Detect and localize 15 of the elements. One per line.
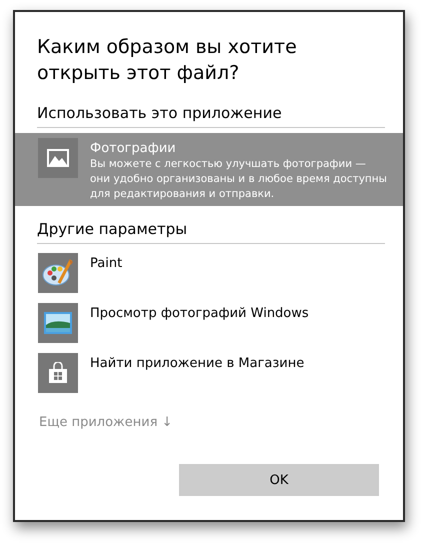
app-name: Фотографии xyxy=(90,140,177,157)
app-name: Найти приложение в Магазине xyxy=(90,355,304,372)
section-heading: Другие параметры xyxy=(37,220,385,244)
app-option[interactable]: Paint xyxy=(15,249,403,299)
dialog-title: Каким образом вы хотите открыть этот файл? xyxy=(37,35,298,86)
landscape-image-icon xyxy=(42,309,74,337)
app-option[interactable]: Найти приложение в Магазине xyxy=(15,349,403,399)
app-description: Вы можете с легкостью улучшать фотографии — они удобно организованы и в любое время доступны для редактирования и отправки. xyxy=(90,157,387,202)
section-heading: Использовать это приложение xyxy=(37,104,385,128)
app-option[interactable]: Просмотр фотографий Windows xyxy=(15,299,403,349)
ok-button[interactable]: OK xyxy=(179,464,379,496)
app-name: Просмотр фотографий Windows xyxy=(90,305,309,322)
app-name: Paint xyxy=(90,255,122,272)
shopping-bag-icon xyxy=(48,362,68,384)
image-icon xyxy=(47,149,69,167)
